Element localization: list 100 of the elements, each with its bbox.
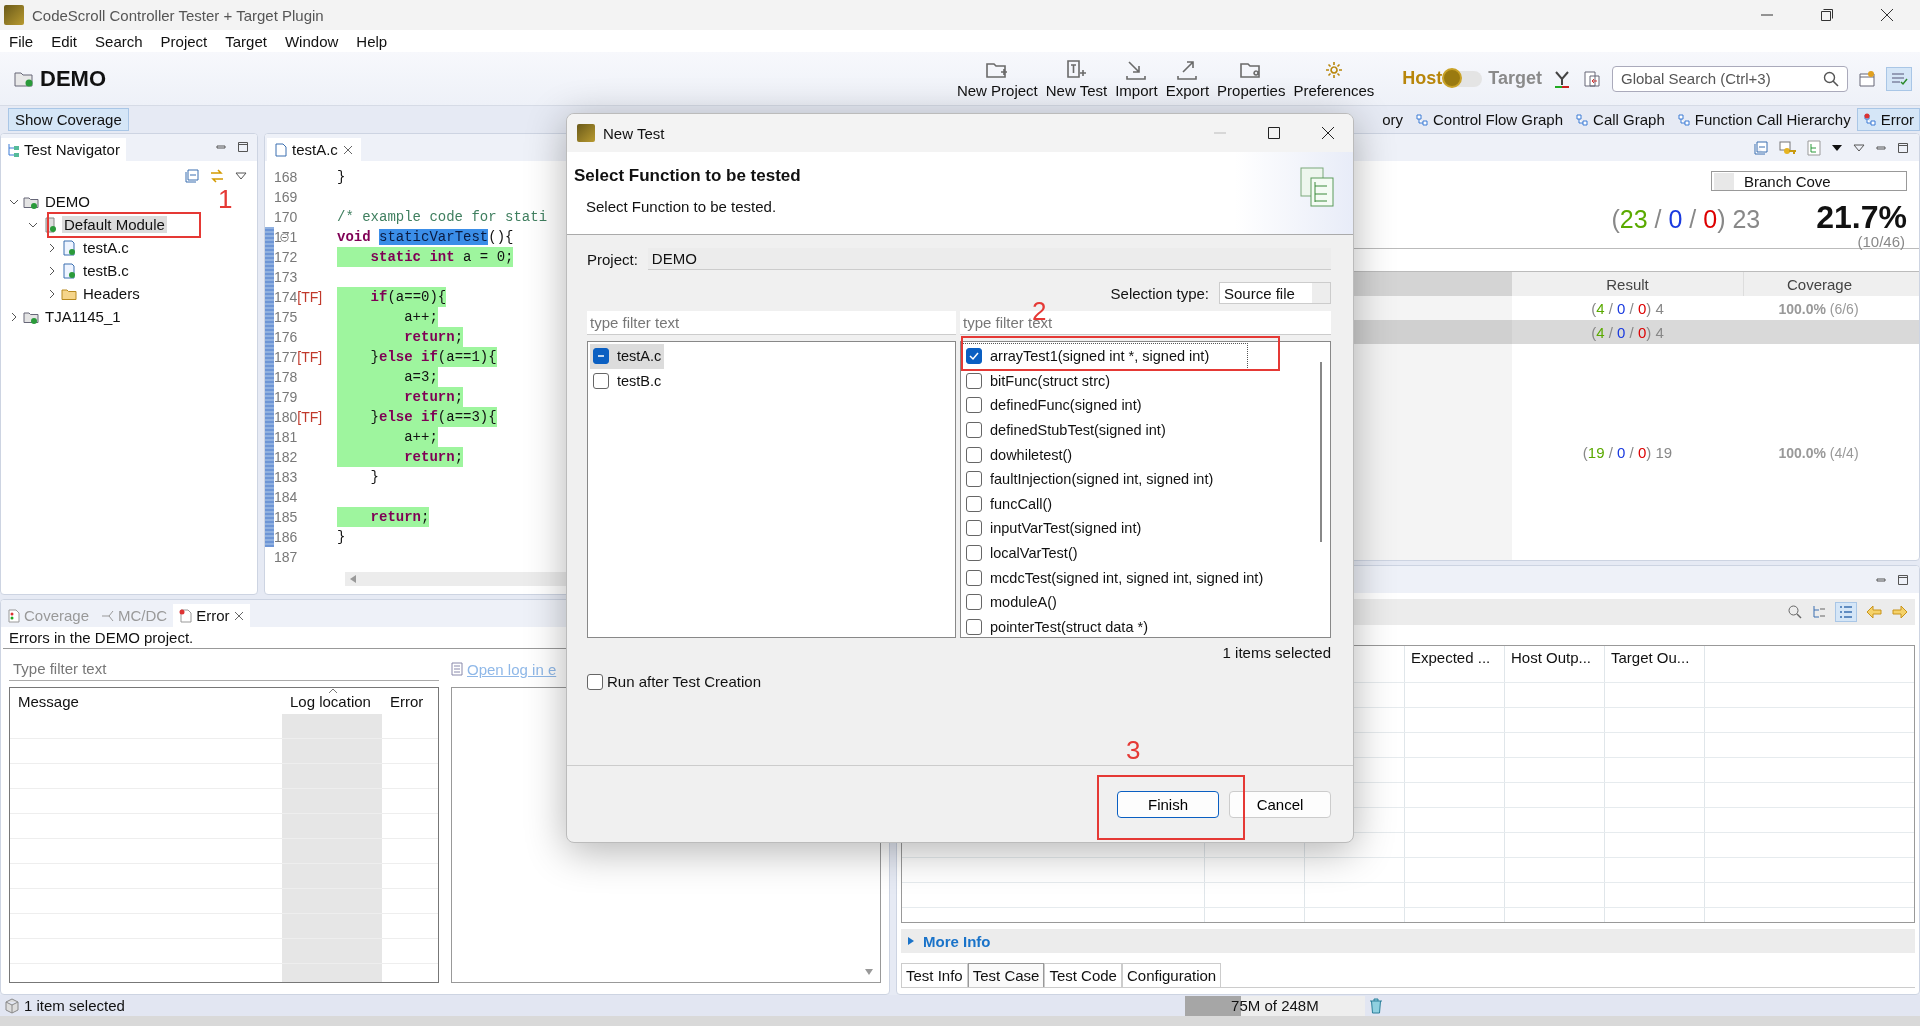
menu-item[interactable]: Project [151,32,217,50]
menu-item[interactable]: Help [347,32,397,50]
toolbar-button[interactable]: Export [1161,58,1214,99]
checkbox[interactable] [966,495,982,512]
perspective-tab[interactable]: Control Flow Graph [1409,108,1570,131]
function-list-item[interactable]: funcCall() [963,491,1056,517]
maximize-icon[interactable] [1267,126,1281,140]
show-coverage-button[interactable]: Show Coverage [8,108,129,131]
view-tab[interactable]: Test Info [901,963,968,987]
search-field[interactable]: Global Search (Ctrl+3) [1612,65,1848,92]
column-header[interactable]: Message [10,693,282,714]
function-list-item[interactable]: moduleA() [963,589,1060,615]
function-list-item[interactable]: definedStubTest(signed int) [963,417,1169,443]
fold-icon[interactable] [280,232,289,242]
function-list-item[interactable]: localVarTest() [963,540,1081,566]
column-header[interactable]: Target Ou... [1605,646,1705,682]
checkbox[interactable] [966,594,982,611]
checkbox[interactable] [966,569,982,586]
column-header[interactable]: Expected ... [1405,646,1505,682]
key-icon[interactable] [1779,139,1797,156]
editor-tab[interactable]: testA.c [267,138,361,161]
column-header[interactable]: Error [382,693,438,714]
run-after-checkbox[interactable]: Run after Test Creation [587,673,761,690]
chevron-right-icon[interactable] [9,311,19,322]
chevron-right-icon[interactable] [47,288,57,299]
function-list-item[interactable]: arrayTest1(signed int *, signed int) [963,344,1247,369]
tree-item[interactable]: Headers [81,285,142,302]
checkbox[interactable] [966,372,982,389]
perspective-tab[interactable]: Function Call Hierarchy [1670,108,1857,131]
tree-item[interactable]: DEMO [43,193,92,210]
trash-icon[interactable] [1368,997,1383,1014]
toolbar-button[interactable]: Import [1111,58,1162,99]
view-tab[interactable]: Error [173,604,250,627]
function-list-item[interactable]: dowhiletest() [963,442,1076,467]
maximize-icon[interactable] [1897,141,1909,154]
function-list-item[interactable]: bitFunc(struct strc) [963,368,1114,394]
source-list-item[interactable]: testB.c [590,368,665,394]
metric-select[interactable]: Branch Cove [1711,171,1907,191]
column-header[interactable]: Result [1512,272,1743,296]
scroll-down-icon[interactable] [864,968,874,976]
checkbox[interactable] [966,446,982,463]
restore-icon[interactable] [1820,8,1834,22]
tree-item[interactable]: TJA1145_1 [43,308,123,325]
finish-button[interactable]: Finish [1117,790,1219,818]
column-header[interactable]: Log location [282,693,382,714]
toolbar-button[interactable]: Preferences [1289,58,1379,99]
toolbar-button[interactable]: New Test [1041,58,1112,99]
cancel-button[interactable]: Cancel [1229,790,1331,818]
function-list-item[interactable]: inputVarTest(signed int) [963,516,1145,541]
search-icon[interactable] [1787,604,1803,620]
perspective-tab[interactable]: ory [1376,108,1409,131]
perspective-tab[interactable]: Call Graph [1569,108,1671,131]
toolbar-button[interactable]: New Project [952,58,1042,99]
menu-item[interactable]: Target [216,32,276,50]
list-icon[interactable] [1835,602,1857,622]
dropdown-icon[interactable] [1831,142,1843,153]
function-list-item[interactable]: definedFunc(signed int) [963,393,1145,418]
view-menu-icon[interactable] [235,171,247,181]
memory-gauge[interactable]: 75M of 248M [1184,995,1365,1016]
document-arrow-icon[interactable] [1582,68,1602,89]
checkbox[interactable] [593,372,609,389]
menu-item[interactable]: Search [86,32,152,50]
collapse-all-icon[interactable] [185,169,199,183]
view-menu-icon[interactable] [1853,142,1865,153]
tree-item[interactable]: testA.c [81,239,131,256]
tree-item[interactable]: testB.c [81,262,131,279]
menu-item[interactable]: Edit [42,32,87,50]
column-header[interactable]: Host Outp... [1505,646,1605,682]
chevron-right-icon[interactable] [47,242,57,253]
checkbox[interactable] [966,422,982,439]
close-icon[interactable] [1880,8,1894,22]
view-tab[interactable]: Test Case [967,963,1045,987]
column-header[interactable]: Coverage [1743,272,1895,296]
perspective-tab[interactable]: Error [1856,108,1920,131]
checkbox[interactable] [966,618,982,635]
close-icon[interactable] [1321,126,1335,140]
toggle-switch[interactable] [1444,70,1483,87]
view-tab[interactable]: Test Code [1044,963,1122,987]
checkbox[interactable] [966,348,982,365]
checkbox[interactable] [966,520,982,537]
view-tab[interactable]: Test Navigator [1,138,126,161]
menu-item[interactable]: Window [275,32,348,50]
toolbar-button[interactable]: Properties [1213,58,1290,99]
filter-field[interactable]: type filter text [587,311,956,335]
maximize-icon[interactable] [1897,573,1909,586]
partial-checkbox[interactable] [593,348,609,365]
chevron-right-icon[interactable] [47,265,57,276]
function-list-item[interactable]: faultInjection(signed int, signed int) [963,466,1217,492]
more-info-section[interactable]: More Info [901,929,1915,953]
function-list-item[interactable]: pointerTest(struct data *) [963,614,1151,637]
checkbox[interactable] [966,471,982,488]
checkbox[interactable] [966,545,982,562]
tree-item[interactable]: Default Module [62,216,167,233]
menu-item[interactable]: File [0,32,43,50]
selection-type-dropdown[interactable]: Source file [1219,282,1331,304]
checkbox[interactable] [966,397,982,414]
scrollbar-thumb[interactable] [1320,362,1322,542]
view-tab[interactable]: Configuration [1121,963,1222,987]
source-list-item[interactable]: testA.c [590,344,665,369]
maximize-icon[interactable] [237,141,249,153]
